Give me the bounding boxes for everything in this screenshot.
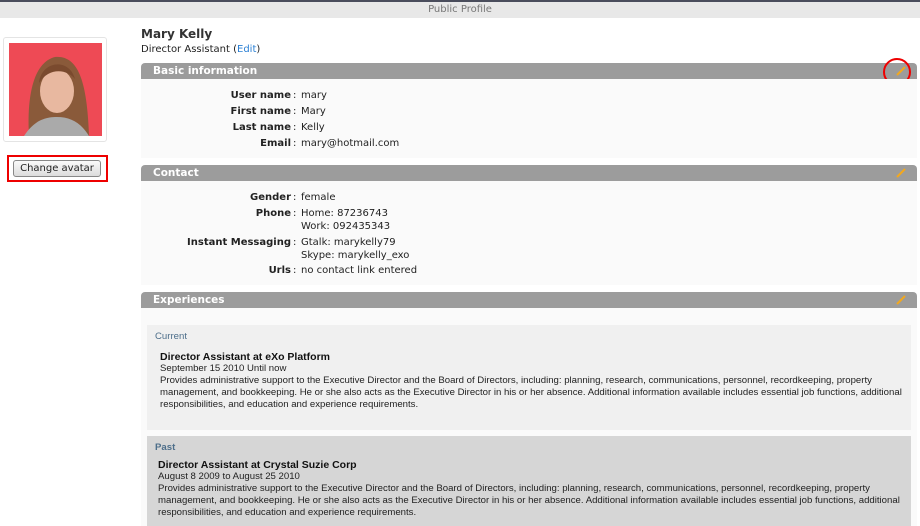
avatar-portrait [24,56,89,136]
avatar [9,43,102,136]
field-label: Last name [232,122,291,133]
experience-past: Past Director Assistant at Crystal Suzie… [147,436,911,526]
avatar-frame [3,37,107,142]
field-value: Home: 87236743 [301,208,388,219]
window-title-bar: Public Profile [0,0,920,18]
field-label: User name [230,90,291,101]
field-value: Skype: marykelly_exo [301,250,410,261]
edit-position-link[interactable]: Edit [237,44,256,55]
profile-name: Mary Kelly [141,27,213,41]
contact-body: Gender: female Phone: Home: 87236743 Work: … [141,181,917,285]
section-title: Experiences [153,294,225,306]
section-title: Contact [153,167,199,179]
contact-header: Contact [141,165,917,186]
field-value: mary [301,90,327,101]
field-label: Instant Messaging [187,237,291,248]
paren: ) [256,44,261,55]
edit-pencil-icon[interactable] [895,294,907,306]
profile-position: Director Assistant (Edit) [141,44,260,55]
experience-title: Director Assistant at Crystal Suzie Corp [158,459,357,471]
edit-pencil-icon[interactable] [895,167,907,179]
basic-info-header: Basic information [141,63,917,84]
basic-info-body: User name: mary First name: Mary Last name… [141,79,917,158]
window-title: Public Profile [428,4,492,15]
experience-title: Director Assistant at eXo Platform [160,351,330,363]
field-value: Kelly [301,122,325,133]
field-value: Work: 092435343 [301,221,391,232]
experience-tag: Current [155,331,187,342]
field-label: Urls [268,265,291,276]
position-text: Director Assistant [141,44,230,55]
experience-dates: September 15 2010 Until now [160,363,287,374]
experience-description: Provides administrative support to the E… [158,483,900,518]
experience-dates: August 8 2009 to August 25 2010 [158,471,300,482]
experiences-header: Experiences [141,292,917,313]
change-avatar-button[interactable]: Change avatar [13,160,101,177]
field-value: no contact link entered [301,265,418,276]
field-label: Gender [250,192,291,203]
experience-tag: Past [155,442,176,453]
field-value: Gtalk: marykelly79 [301,237,396,248]
field-label: Phone [255,208,291,219]
section-title: Basic information [153,65,258,77]
field-label: Email [260,138,291,149]
field-value: mary@hotmail.com [301,138,400,149]
field-value: Mary [301,106,326,117]
field-value: female [301,192,336,203]
experience-current: Current Director Assistant at eXo Platfo… [147,325,911,430]
experience-description: Provides administrative support to the E… [160,375,902,410]
field-label: First name [230,106,291,117]
